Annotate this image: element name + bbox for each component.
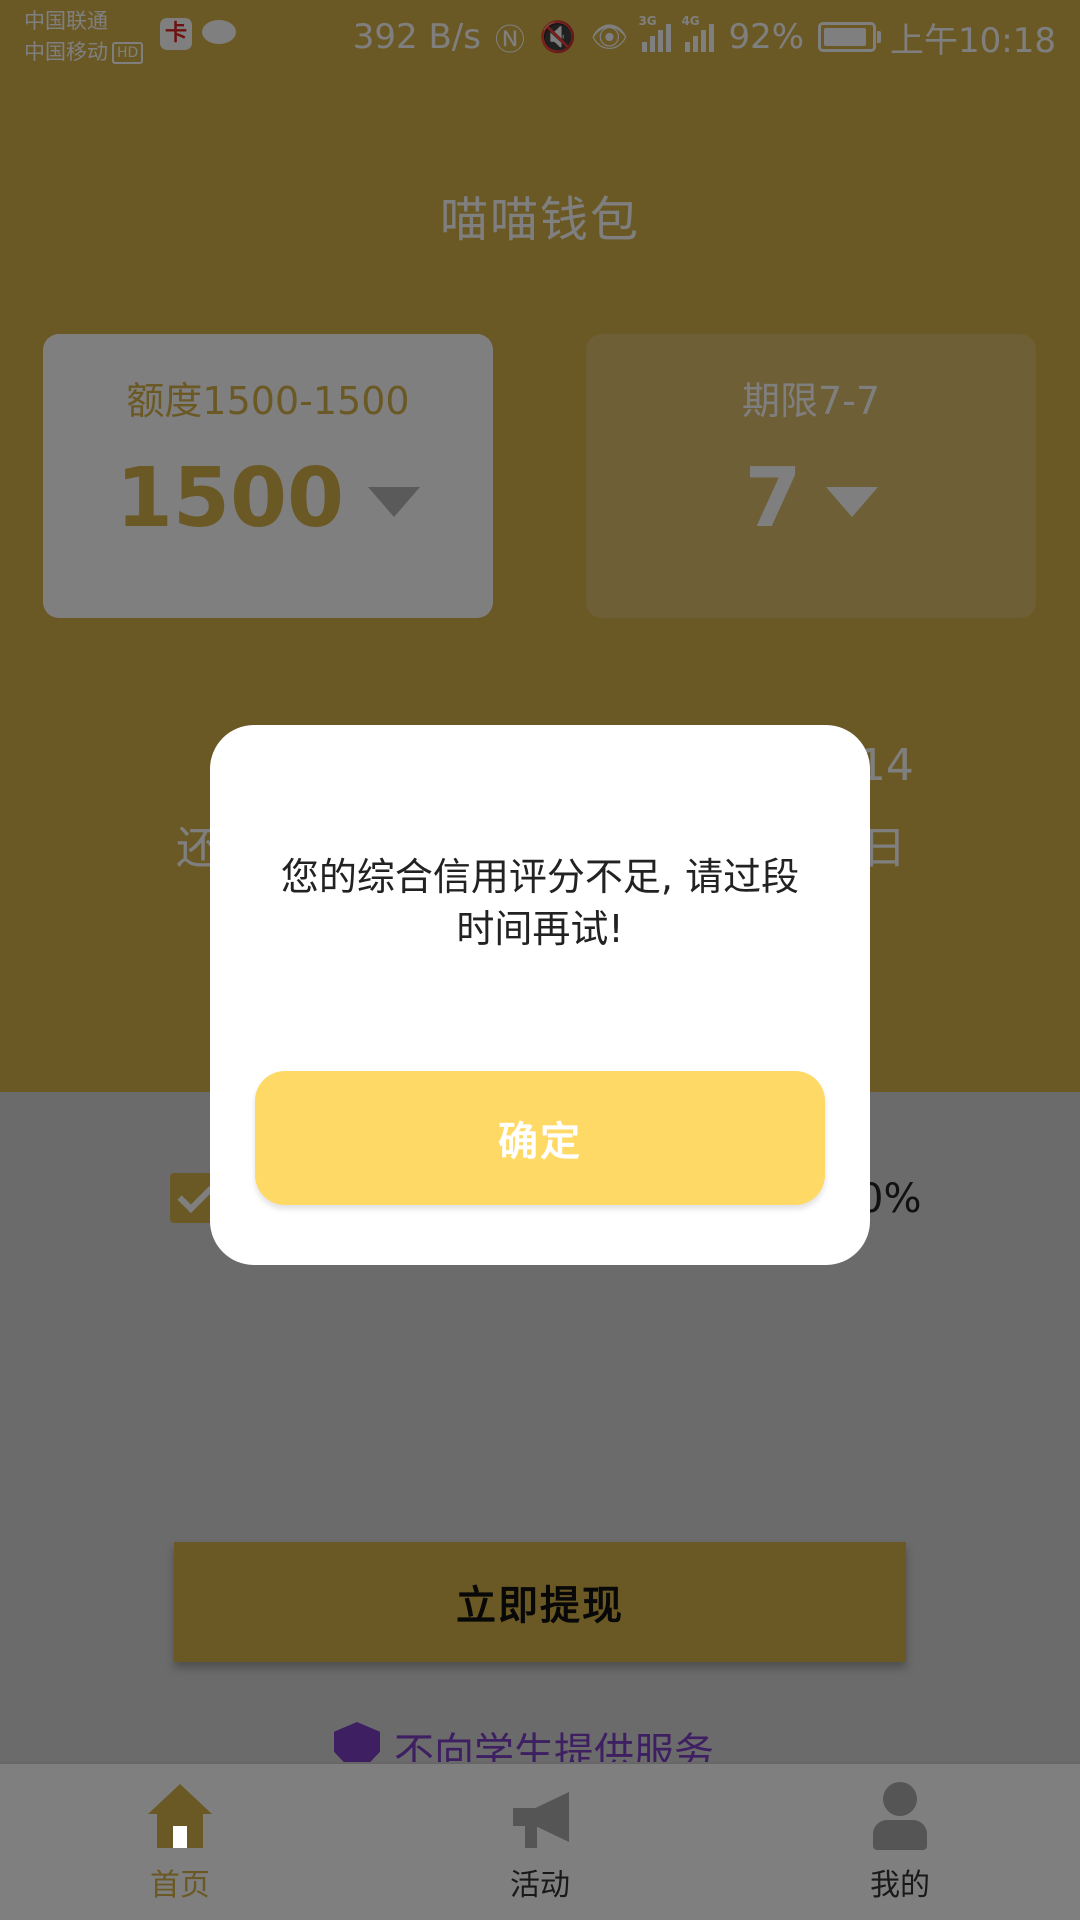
- dialog-message: 您的综合信用评分不足, 请过段时间再试!: [280, 855, 800, 951]
- confirm-button[interactable]: 确定: [255, 1071, 825, 1205]
- credit-alert-dialog: 您的综合信用评分不足, 请过段时间再试! 确定: [210, 725, 870, 1265]
